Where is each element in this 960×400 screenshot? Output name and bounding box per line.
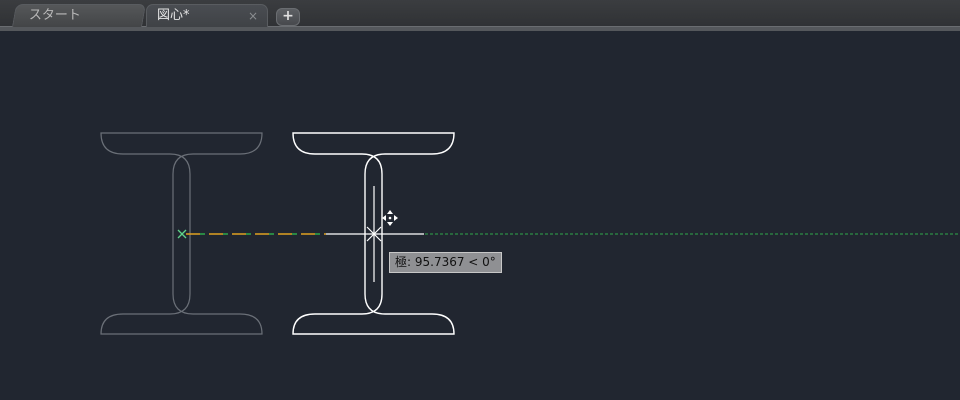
polar-dimension-tooltip: 極: 95.7367 < 0° <box>389 252 502 273</box>
base-point-marker-icon <box>177 229 187 239</box>
move-grip-icon <box>382 210 398 226</box>
drawing-canvas[interactable] <box>0 0 960 400</box>
